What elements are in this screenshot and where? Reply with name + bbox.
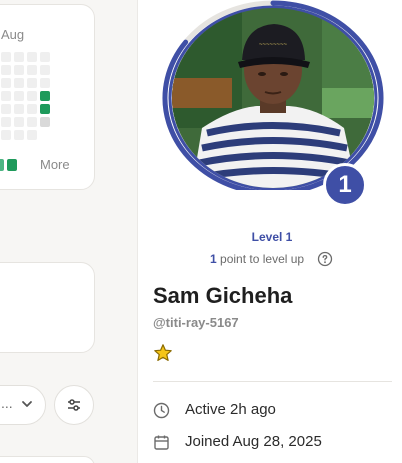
activity-cell <box>1 104 11 114</box>
activity-cell <box>40 91 50 101</box>
activity-cell <box>1 52 11 62</box>
activity-cell <box>40 52 50 62</box>
avatar-photo: ~~~~~~~~ <box>172 8 374 188</box>
activity-cell <box>40 65 50 75</box>
feed-card-bottom <box>0 456 95 463</box>
activity-cell <box>27 52 37 62</box>
points-suffix: point to level up <box>220 252 305 266</box>
activity-cell <box>1 117 11 127</box>
activity-cell <box>1 130 11 140</box>
activity-cell <box>14 130 24 140</box>
activity-cell <box>14 65 24 75</box>
clock-icon <box>153 402 170 419</box>
activity-cell <box>27 117 37 127</box>
filter-select-value: ... <box>1 395 13 411</box>
legend-more-label: More <box>40 157 70 172</box>
activity-cell <box>27 65 37 75</box>
filter-select[interactable]: ... <box>0 385 46 425</box>
question-circle-icon[interactable] <box>317 251 333 272</box>
feed-card <box>0 262 95 353</box>
divider <box>153 381 392 382</box>
activity-cell <box>1 78 11 88</box>
svg-text:~~~~~~~~: ~~~~~~~~ <box>259 42 288 48</box>
month-label: Aug <box>1 27 25 42</box>
level-title: Level 1 <box>251 230 293 244</box>
activity-cell <box>27 104 37 114</box>
calendar-icon <box>154 435 169 450</box>
legend-swatch <box>7 159 17 171</box>
activity-cell <box>27 130 37 140</box>
filter-settings-button[interactable] <box>54 385 94 425</box>
chevron-down-icon <box>20 397 34 416</box>
sliders-icon <box>68 399 80 411</box>
profile-handle: @titi-ray-5167 <box>153 315 239 330</box>
activity-cell <box>40 117 50 127</box>
avatar[interactable]: ~~~~~~~~ <box>172 8 374 188</box>
legend-swatch <box>0 159 4 171</box>
activity-cell <box>1 65 11 75</box>
activity-cell <box>27 78 37 88</box>
activity-cell <box>27 91 37 101</box>
activity-cell <box>1 91 11 101</box>
activity-cell <box>14 52 24 62</box>
level-badge: 1 <box>323 163 367 207</box>
activity-card: Aug More <box>0 4 95 190</box>
activity-cell <box>14 91 24 101</box>
left-column: Aug More ... <box>0 0 138 463</box>
activity-cell <box>40 78 50 88</box>
joined-text: Joined Aug 28, 2025 <box>185 433 322 450</box>
points-needed: 1 <box>210 252 217 266</box>
star-icon[interactable] <box>153 343 173 368</box>
profile-name: Sam Gicheha <box>153 283 293 308</box>
points-to-level-up: 1 point to level up <box>210 252 304 266</box>
activity-cell <box>14 104 24 114</box>
active-text: Active 2h ago <box>185 401 276 418</box>
activity-cell <box>40 104 50 114</box>
activity-cell <box>14 117 24 127</box>
activity-cell <box>14 78 24 88</box>
